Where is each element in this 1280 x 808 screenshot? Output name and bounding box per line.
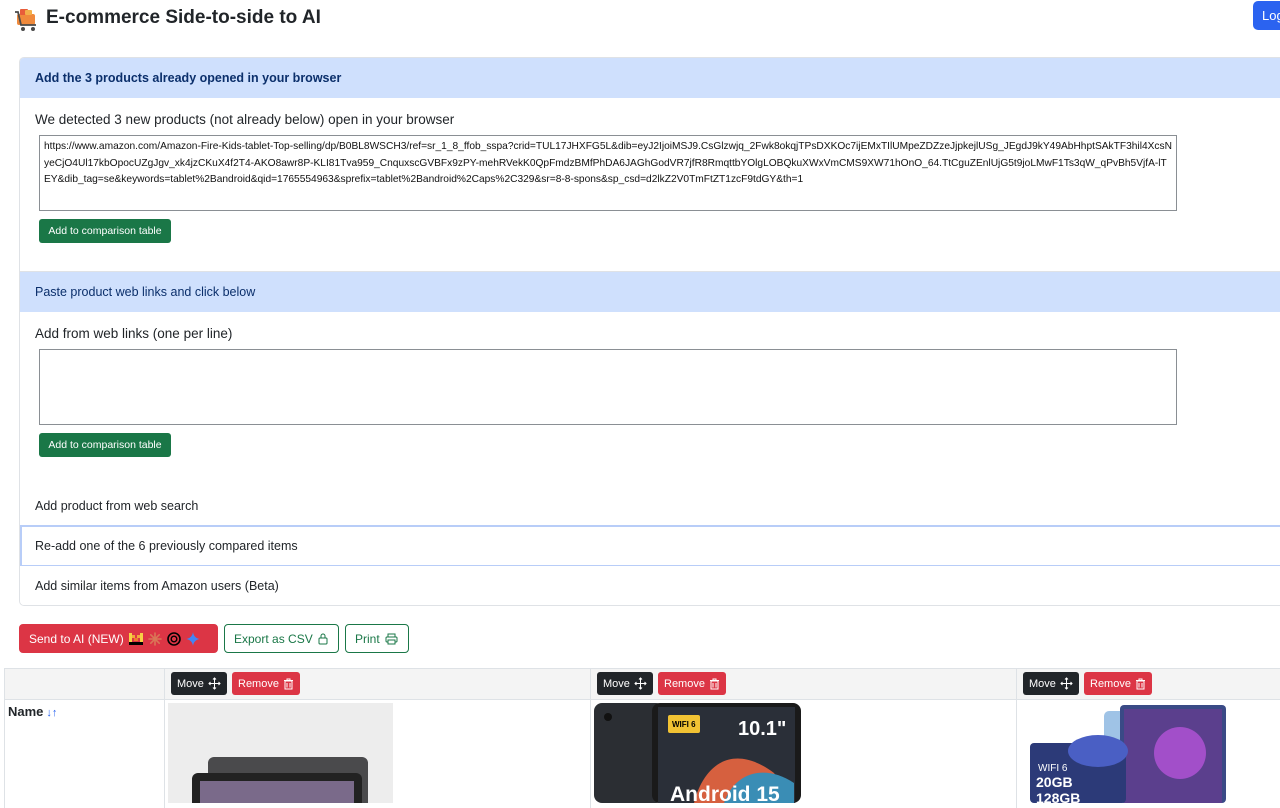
move-label: Move <box>603 677 630 690</box>
trash-icon <box>709 678 719 689</box>
product-1-image[interactable] <box>168 703 393 803</box>
move-product-3-button[interactable]: Move <box>1023 672 1079 695</box>
remove-product-3-button[interactable]: Remove <box>1084 672 1152 695</box>
comparison-table: Move Remove Move Remove Move Remove Name… <box>4 668 1280 808</box>
print-button[interactable]: Print <box>345 624 409 653</box>
move-product-2-button[interactable]: Move <box>597 672 653 695</box>
gemini-icon <box>185 631 200 646</box>
trash-icon <box>283 678 293 689</box>
accordion-header-readd-items[interactable]: Re-add one of the 6 previously compared … <box>20 525 1280 567</box>
move-arrows-icon <box>208 677 221 690</box>
app-header: E-commerce Side-to-side to AI Login <box>0 0 1280 40</box>
login-button[interactable]: Login <box>1253 1 1280 30</box>
app-title: E-commerce Side-to-side to AI <box>46 7 321 28</box>
product-3-image[interactable]: WIFI 6 20GB 128GB <box>1020 703 1230 803</box>
move-label: Move <box>177 677 204 690</box>
product-3-rom: 128GB <box>1036 790 1080 803</box>
detected-products-label: We detected 3 new products (not already … <box>35 112 455 127</box>
remove-label: Remove <box>238 677 279 690</box>
remove-label: Remove <box>664 677 705 690</box>
opened-urls-textarea[interactable]: https://www.amazon.com/Amazon-Fire-Kids-… <box>39 135 1177 211</box>
product-2-wifi-badge: WIFI 6 <box>672 720 696 729</box>
web-links-label: Add from web links (one per line) <box>35 326 233 341</box>
printer-icon <box>385 633 398 644</box>
product-2-image[interactable]: WIFI 6 10.1" Android 15 <box>594 703 801 803</box>
trash-icon <box>1135 678 1145 689</box>
web-links-textarea[interactable] <box>39 349 1177 425</box>
product-3-wifi-badge: WIFI 6 <box>1038 763 1068 774</box>
send-to-ai-label: Send to AI (NEW) <box>29 631 124 646</box>
accordion-header-web-search[interactable]: Add product from web search <box>20 486 1280 526</box>
add-products-accordion: Add the 3 products already opened in you… <box>19 57 1280 606</box>
product-2-size: 10.1" <box>738 718 786 740</box>
remove-product-1-button[interactable]: Remove <box>232 672 300 695</box>
add-opened-to-comparison-button[interactable]: Add to comparison table <box>39 219 171 243</box>
accordion-header-similar-items[interactable]: Add similar items from Amazon users (Bet… <box>20 566 1280 605</box>
product-3-ram: 20GB <box>1036 774 1073 790</box>
accordion-header-opened-products[interactable]: Add the 3 products already opened in you… <box>20 58 1280 98</box>
claude-icon <box>147 631 162 646</box>
name-label: Name <box>8 704 44 719</box>
column-divider <box>590 668 591 808</box>
shopping-cart-logo-icon <box>15 9 36 31</box>
move-arrows-icon <box>1060 677 1073 690</box>
column-divider <box>1016 668 1017 808</box>
name-row-header[interactable]: Name ↓↑ <box>8 704 57 719</box>
accordion-header-paste-links[interactable]: Paste product web links and click below <box>20 272 1280 312</box>
add-links-to-comparison-button[interactable]: Add to comparison table <box>39 433 171 457</box>
product-2-os: Android 15 <box>670 783 780 803</box>
export-csv-label: Export as CSV <box>234 631 313 646</box>
remove-label: Remove <box>1090 677 1131 690</box>
mistral-icon <box>128 632 143 645</box>
export-csv-button[interactable]: Export as CSV <box>224 624 339 653</box>
column-divider <box>4 668 5 808</box>
openai-icon <box>166 631 181 646</box>
print-label: Print <box>355 631 380 646</box>
send-to-ai-button[interactable]: Send to AI (NEW) <box>19 624 218 653</box>
lock-icon <box>318 633 328 644</box>
sort-icon[interactable]: ↓↑ <box>46 707 57 719</box>
move-product-1-button[interactable]: Move <box>171 672 227 695</box>
column-divider <box>164 668 165 808</box>
move-label: Move <box>1029 677 1056 690</box>
remove-product-2-button[interactable]: Remove <box>658 672 726 695</box>
move-arrows-icon <box>634 677 647 690</box>
